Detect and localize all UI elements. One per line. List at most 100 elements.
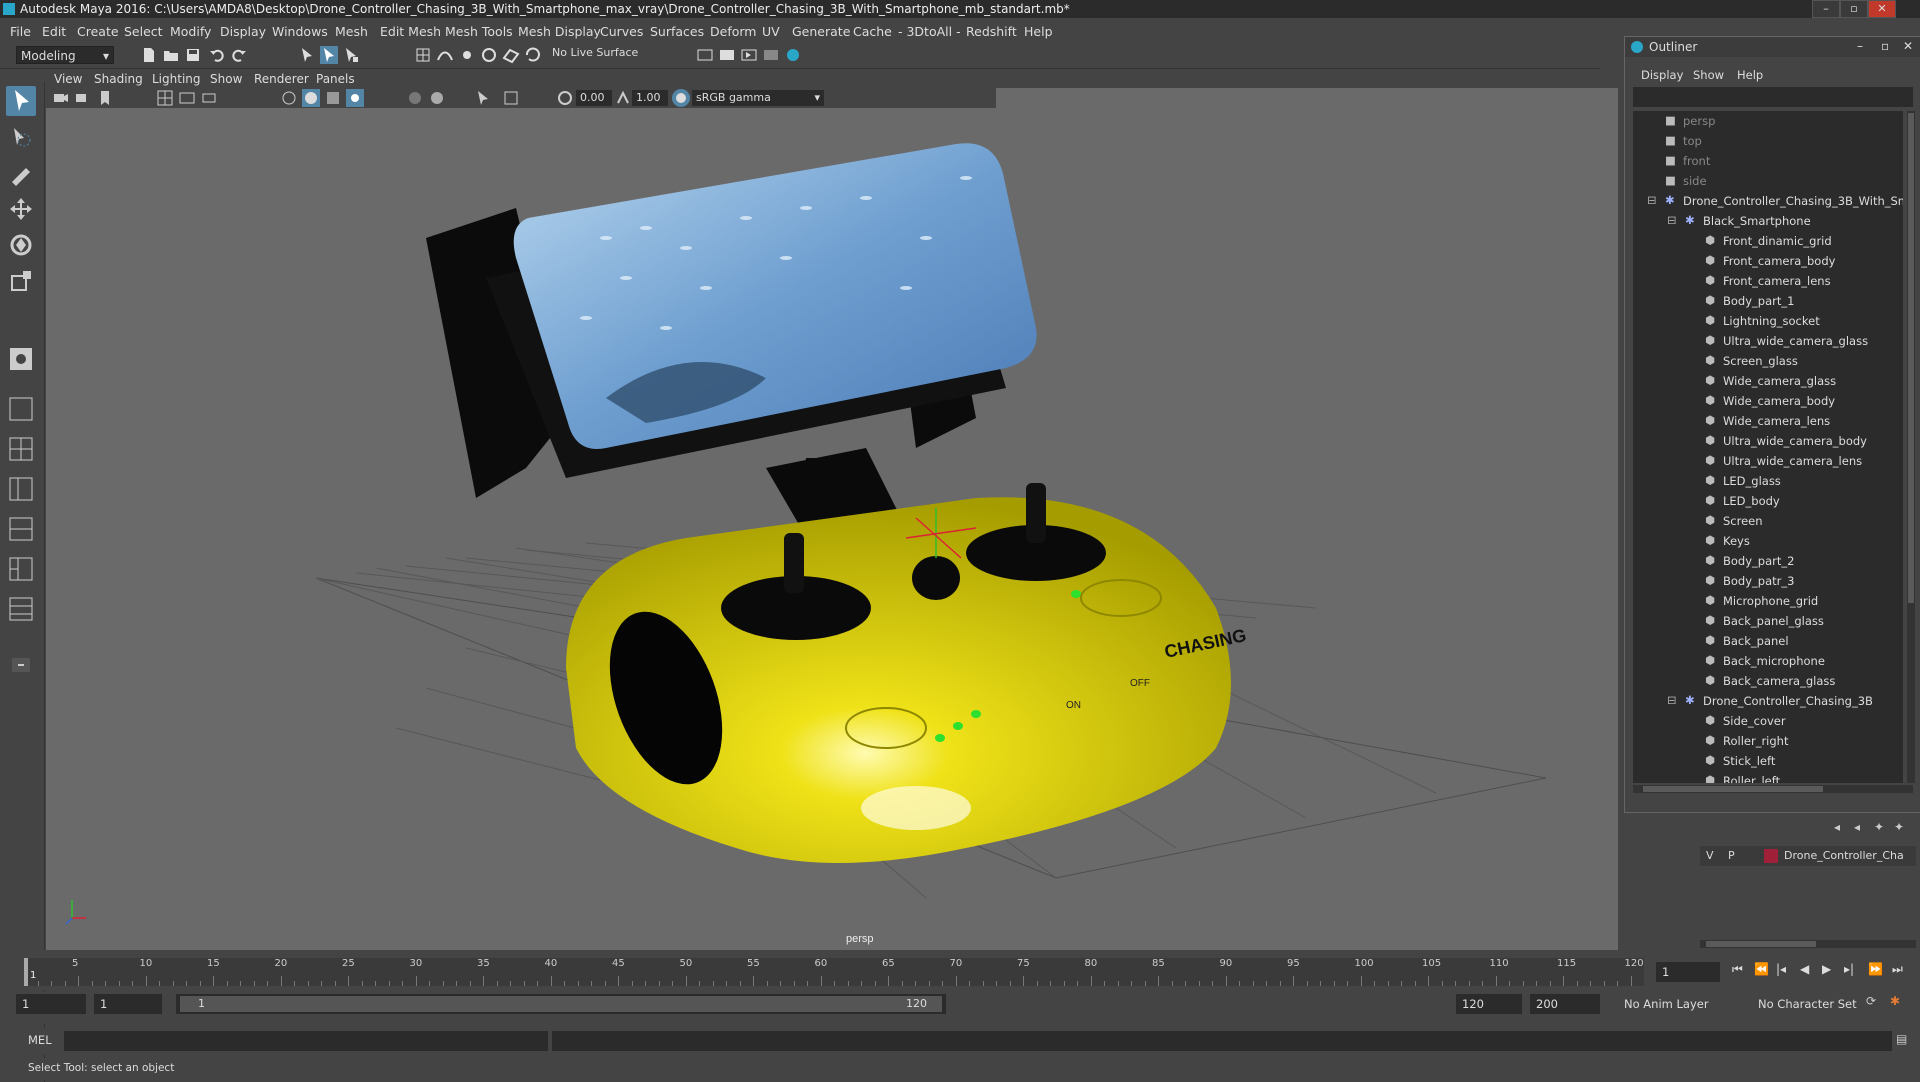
color-space-dropdown[interactable]: sRGB gamma ▾: [692, 90, 824, 106]
step-back-key-icon[interactable]: |◂: [1776, 962, 1786, 976]
outliner-item[interactable]: ⬢ LED_body: [1633, 491, 1903, 511]
new-layer-icon[interactable]: ✦: [1874, 820, 1884, 834]
undo-icon[interactable]: [208, 46, 226, 64]
outliner-minimize-button[interactable]: –: [1857, 39, 1863, 53]
snap-surface-icon[interactable]: [502, 46, 520, 64]
isolate-select-icon[interactable]: [474, 89, 492, 107]
step-forward-icon[interactable]: ⏩: [1868, 962, 1883, 976]
outliner-item[interactable]: ⬢ Body_part_1: [1633, 291, 1903, 311]
film-gate-icon[interactable]: [178, 89, 196, 107]
menu-3dtoall[interactable]: - 3DtoAll -: [898, 24, 961, 39]
render-view-icon[interactable]: [762, 46, 780, 64]
script-editor-icon[interactable]: ▤: [1896, 1032, 1907, 1046]
outliner-item[interactable]: ⬢ Ultra_wide_camera_lens: [1633, 451, 1903, 471]
viewport-menu-show[interactable]: Show: [210, 72, 242, 86]
save-scene-icon[interactable]: [184, 46, 202, 64]
outliner-item[interactable]: ⬢ Body_part_2: [1633, 551, 1903, 571]
menu-curves[interactable]: Curves: [600, 24, 643, 39]
menu-edit[interactable]: Edit: [42, 24, 66, 39]
outliner-item[interactable]: ⬢ Wide_camera_lens: [1633, 411, 1903, 431]
hypershade-icon[interactable]: [784, 46, 802, 64]
render-settings-icon[interactable]: [696, 46, 714, 64]
camera-select-icon[interactable]: [52, 89, 70, 107]
outliner-item[interactable]: ⬢ Front_camera_lens: [1633, 271, 1903, 291]
outliner-item[interactable]: ⬢ Front_camera_body: [1633, 251, 1903, 271]
gamma-icon[interactable]: [614, 89, 632, 107]
outliner-scrollbar[interactable]: [1907, 111, 1915, 783]
current-time-marker[interactable]: 1: [24, 958, 36, 986]
outliner-item[interactable]: ⬢ Screen_glass: [1633, 351, 1903, 371]
time-slider[interactable]: 5 10 15 20 25 30 35 40 45 50 55 60 65 70 75 80 85 90 95 100…: [0, 950, 1920, 990]
layer-hscroll-thumb[interactable]: [1706, 941, 1816, 947]
outliner-maximize-button[interactable]: ▫: [1881, 39, 1889, 53]
menu-mesh-display[interactable]: Mesh Display: [518, 24, 601, 39]
viewport-menu-shading[interactable]: Shading: [94, 72, 143, 86]
go-to-end-icon[interactable]: ⏭: [1892, 962, 1903, 977]
menu-edit-mesh[interactable]: Edit Mesh: [380, 24, 441, 39]
menu-uv[interactable]: UV: [762, 24, 780, 39]
menu-display[interactable]: Display: [220, 24, 266, 39]
time-ruler[interactable]: 5 10 15 20 25 30 35 40 45 50 55 60 65 70 75 80 85 90 95 100…: [24, 958, 1644, 986]
anim-layer-dropdown[interactable]: No Anim Layer: [1618, 994, 1744, 1014]
outliner-item[interactable]: ⊟ ✱ Black_Smartphone: [1633, 211, 1903, 231]
ambient-occlusion-icon[interactable]: [428, 89, 446, 107]
layout-side-icon[interactable]: [6, 474, 36, 504]
outliner-item[interactable]: ⬢ Side_cover: [1633, 711, 1903, 731]
menu-cache[interactable]: Cache: [853, 24, 892, 39]
command-language-label[interactable]: MEL: [28, 1033, 52, 1047]
viewport-menu-panels[interactable]: Panels: [316, 72, 355, 86]
animation-end-field[interactable]: 200: [1530, 994, 1600, 1014]
gamma-field[interactable]: 1.00: [632, 90, 668, 106]
playback-start-field[interactable]: 1: [94, 994, 162, 1014]
outliner-item[interactable]: ⬢ Microphone_grid: [1633, 591, 1903, 611]
animation-prefs-icon[interactable]: ✱: [1890, 994, 1900, 1008]
outliner-menu-show[interactable]: Show: [1693, 68, 1724, 82]
menu-surfaces[interactable]: Surfaces: [650, 24, 704, 39]
outliner-item[interactable]: ⬢ Back_panel_glass: [1633, 611, 1903, 631]
outliner-tree[interactable]: ■ persp ■ top ■ front ■ side ⊟ ✱ Drone_Controller_…: [1633, 111, 1903, 783]
snap-curve-icon[interactable]: [436, 46, 454, 64]
shadows-icon[interactable]: [406, 89, 424, 107]
layer-move-up-icon[interactable]: ◂: [1834, 820, 1840, 834]
outliner-search-field[interactable]: [1633, 87, 1913, 107]
ipr-render-icon[interactable]: [740, 46, 758, 64]
menu-generate[interactable]: Generate: [792, 24, 850, 39]
select-object-icon[interactable]: [320, 46, 338, 64]
outliner-item[interactable]: ⊟ ✱ Drone_Controller_Chasing_3B: [1633, 691, 1903, 711]
snap-live-icon[interactable]: [524, 46, 542, 64]
playback-end-field[interactable]: 120: [1456, 994, 1522, 1014]
menu-help[interactable]: Help: [1024, 24, 1053, 39]
play-backwards-icon[interactable]: ◀: [1800, 962, 1809, 976]
viewport-menu-renderer[interactable]: Renderer: [254, 72, 309, 86]
snap-grid-icon[interactable]: [414, 46, 432, 64]
select-tool-icon[interactable]: [6, 86, 36, 116]
layout-four-icon[interactable]: [6, 434, 36, 464]
outliner-hscrollbar[interactable]: [1633, 785, 1913, 793]
outliner-item[interactable]: ■ top: [1633, 131, 1903, 151]
outliner-item[interactable]: ⬢ Lightning_socket: [1633, 311, 1903, 331]
outliner-item[interactable]: ⬢ Back_microphone: [1633, 651, 1903, 671]
outliner-item[interactable]: ⬢ Roller_right: [1633, 731, 1903, 751]
layout-extra-icon[interactable]: [6, 594, 36, 624]
minimize-button[interactable]: –: [1812, 0, 1840, 18]
exposure-icon[interactable]: [556, 89, 574, 107]
soft-select-icon[interactable]: [6, 344, 36, 374]
color-management-icon[interactable]: [672, 89, 690, 107]
menu-windows[interactable]: Windows: [272, 24, 328, 39]
move-tool-icon[interactable]: [6, 194, 36, 224]
range-slider[interactable]: 1 120: [176, 994, 946, 1014]
current-frame-field[interactable]: 1: [1656, 962, 1720, 982]
outliner-menu-help[interactable]: Help: [1737, 68, 1763, 82]
layer-row[interactable]: V P Drone_Controller_Cha: [1700, 846, 1916, 866]
outliner-hscroll-thumb[interactable]: [1643, 786, 1823, 792]
menu-mesh-tools[interactable]: Mesh Tools: [445, 24, 513, 39]
textured-icon[interactable]: [324, 89, 342, 107]
outliner-item[interactable]: ⬢ Back_panel: [1633, 631, 1903, 651]
xray-icon[interactable]: [502, 89, 520, 107]
animation-start-field[interactable]: 1: [16, 994, 86, 1014]
outliner-item[interactable]: ■ side: [1633, 171, 1903, 191]
outliner-item[interactable]: ⬢ Screen: [1633, 511, 1903, 531]
smooth-shade-icon[interactable]: [302, 89, 320, 107]
live-surface-label[interactable]: No Live Surface: [552, 46, 638, 59]
outliner-item[interactable]: ■ persp: [1633, 111, 1903, 131]
